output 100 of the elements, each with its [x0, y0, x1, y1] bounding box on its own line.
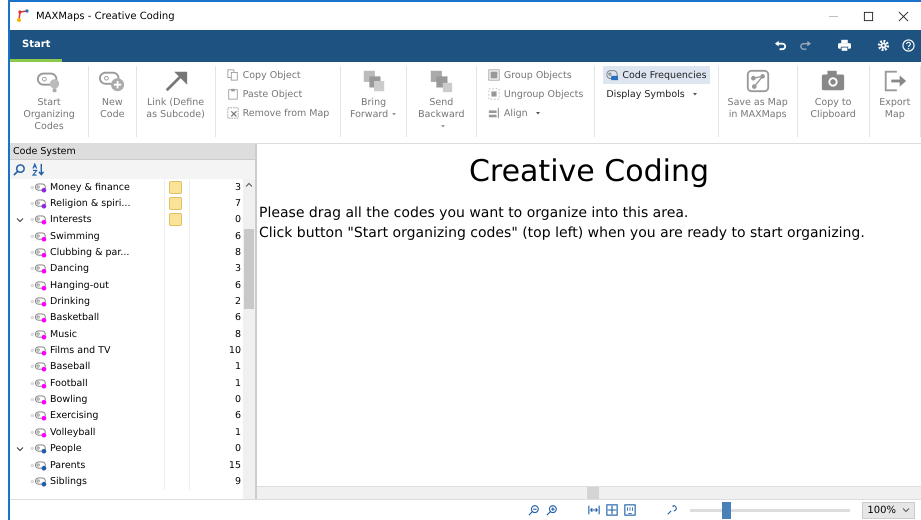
code-count: 2 [234, 296, 242, 308]
panel-header: Code System [10, 144, 255, 160]
code-count: 8 [234, 328, 242, 340]
code-icon [30, 214, 48, 226]
window-title: MAXMaps - Creative Coding [36, 10, 175, 22]
code-label[interactable]: People [50, 443, 82, 454]
code-count: 10 [228, 345, 242, 356]
scroll-up-icon[interactable] [245, 181, 253, 189]
code-icon [30, 460, 48, 471]
close-icon[interactable] [898, 10, 909, 22]
clipboard-icon [226, 88, 239, 100]
sort-icon[interactable] [32, 163, 45, 176]
maximize-icon[interactable] [863, 10, 874, 22]
remove-icon [226, 107, 239, 119]
code-icon [30, 182, 48, 193]
code-label[interactable]: Religion & spiri... [50, 198, 130, 210]
copy-icon [226, 69, 239, 81]
chevron-icon[interactable] [16, 444, 24, 453]
redo-icon[interactable] [799, 39, 812, 52]
code-label[interactable]: Interests [50, 214, 92, 226]
instruction-text: Click button "Start organizing codes" (top left) when you are ready to start organizing. [259, 224, 866, 243]
align-icon [488, 107, 500, 119]
code-icon [30, 280, 48, 291]
code-icon [30, 426, 48, 438]
code-icon [30, 328, 48, 340]
scrollbar-thumb[interactable] [587, 487, 599, 499]
printer-icon[interactable] [838, 39, 851, 52]
code-label[interactable]: Volleyball [50, 426, 96, 438]
code-count: 1 [234, 426, 242, 438]
code-label[interactable]: Basketball [50, 312, 100, 324]
code-count: 8 [234, 247, 242, 258]
code-count: 0 [234, 443, 242, 454]
zoom-out-icon[interactable] [528, 504, 540, 516]
code-label[interactable]: Hanging-out [50, 280, 109, 291]
code-count: 0 [234, 394, 242, 406]
layers-icon [428, 68, 454, 94]
code-label[interactable]: Football [50, 378, 88, 389]
group-icon [488, 69, 500, 81]
code-label[interactable]: Money & finance [50, 182, 130, 193]
tag-icon [606, 69, 618, 81]
code-icon [30, 410, 48, 422]
code-icon [30, 443, 48, 454]
actual-size-icon[interactable] [624, 504, 636, 516]
code-icon [30, 345, 48, 356]
ribbon-button[interactable]: Display Symbols [603, 85, 710, 103]
code-label[interactable]: Clubbing & par... [50, 247, 130, 258]
code-icon [30, 476, 48, 487]
code-label[interactable]: Baseball [50, 361, 90, 372]
code-label[interactable]: Music [50, 328, 78, 340]
code-count: 9 [234, 476, 242, 487]
ribbon-tab[interactable]: Start [10, 39, 62, 62]
zoom-slider-thumb[interactable] [722, 502, 732, 518]
code-label[interactable]: Dancing [50, 263, 90, 274]
code-label[interactable]: Parents [50, 460, 86, 471]
code-icon [30, 361, 48, 372]
app-logo-icon [16, 9, 30, 23]
settings-icon[interactable] [877, 39, 890, 52]
search-icon[interactable] [13, 163, 26, 176]
instruction-text: Please drag all the codes you want to organize into this area. [259, 204, 690, 223]
zoom-in-icon[interactable] [546, 504, 558, 516]
caret-icon [902, 506, 910, 514]
code-icon [30, 296, 48, 308]
code-count: 6 [234, 230, 242, 242]
code-icon [30, 394, 48, 406]
code-label[interactable]: Exercising [50, 410, 98, 422]
chevron-icon[interactable] [16, 216, 24, 224]
code-count: 6 [234, 312, 242, 324]
scrollbar-thumb[interactable] [244, 229, 254, 309]
zoom-dropdown[interactable]: 100% [862, 502, 915, 518]
code-icon [30, 312, 48, 324]
vertical-scrollbar[interactable] [243, 179, 255, 499]
map-icon [744, 68, 771, 94]
undo-icon[interactable] [774, 39, 787, 52]
fit-width-icon[interactable] [588, 504, 600, 516]
ribbon-button[interactable]: Code Frequencies [603, 66, 710, 84]
code-icon [30, 230, 48, 242]
code-label[interactable]: Siblings [50, 476, 87, 487]
reset-zoom-icon[interactable] [666, 504, 678, 516]
code-count: 1 [234, 378, 242, 389]
code-icon [30, 247, 48, 258]
code-count: 7 [234, 198, 242, 210]
map-title: Creative Coding [468, 154, 710, 189]
code-label[interactable]: Films and TV [50, 345, 110, 356]
code-label[interactable]: Swimming [50, 230, 100, 242]
code-count: 15 [228, 460, 242, 471]
help-icon[interactable] [902, 39, 915, 52]
code-count: 1 [234, 361, 242, 372]
ungroup-icon [488, 88, 500, 100]
code-count: 6 [234, 280, 242, 291]
code-count: 0 [234, 214, 242, 226]
code-count: 6 [234, 410, 242, 422]
horizontal-scrollbar[interactable] [257, 486, 921, 499]
code-icon [30, 378, 48, 389]
code-icon [30, 263, 48, 274]
fit-page-icon[interactable] [606, 504, 618, 516]
code-count: 3 [234, 263, 242, 274]
code-icon [30, 198, 48, 210]
code-count: 3 [234, 182, 242, 193]
code-label[interactable]: Drinking [50, 296, 90, 308]
code-label[interactable]: Bowling [50, 394, 88, 406]
